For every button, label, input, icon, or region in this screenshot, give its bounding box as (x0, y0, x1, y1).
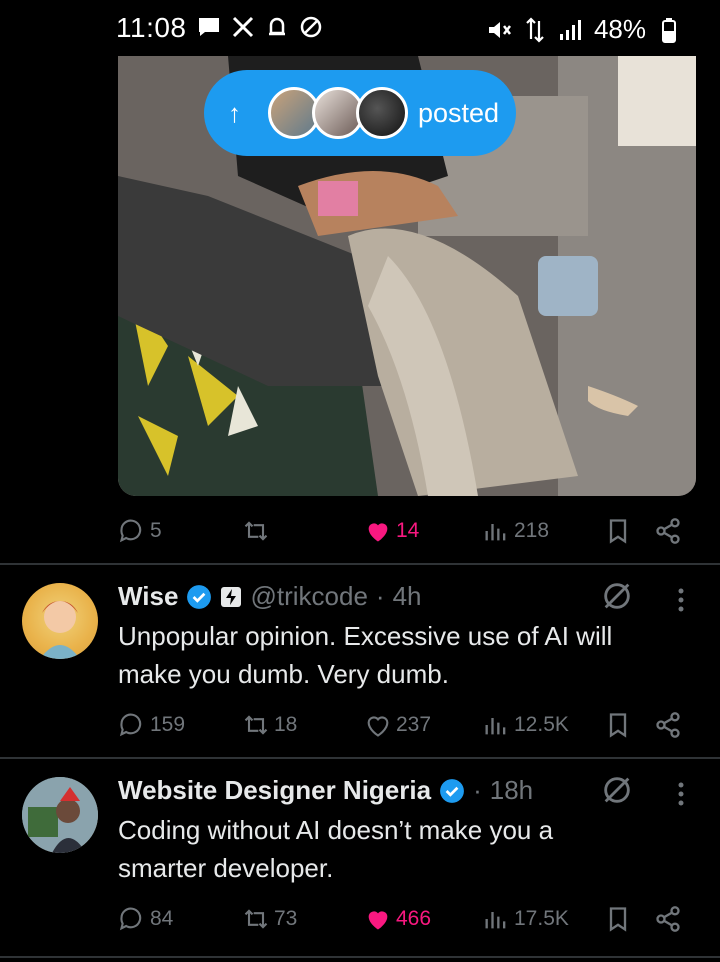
reply-count: 159 (150, 713, 186, 736)
bookmark-button[interactable] (604, 905, 632, 933)
signal-icon (558, 17, 584, 43)
data-transfer-icon (522, 16, 548, 43)
status-bar: 11:08 48% (0, 0, 720, 56)
views-count: 12.5K (514, 713, 569, 736)
battery-percentage: 48% (593, 14, 646, 44)
affiliate-badge-icon (221, 586, 242, 607)
reply-button[interactable]: 5 (118, 517, 162, 545)
author-name[interactable]: Website Designer Nigeria (118, 775, 431, 806)
tweet-text-line: smarter developer. (118, 853, 334, 883)
reply-icon (119, 907, 142, 931)
views-button[interactable]: 17.5K (482, 905, 569, 933)
notification-bell-icon (264, 14, 290, 40)
separator-dot: · (375, 581, 385, 611)
repost-button[interactable]: 18 (242, 711, 297, 739)
tweet-time[interactable]: 18h (490, 775, 533, 806)
tweet-text-line: Unpopular opinion. Excessive use of AI w… (118, 621, 613, 651)
share-icon (656, 712, 680, 738)
reply-button[interactable]: 159 (118, 711, 185, 739)
share-icon (656, 518, 680, 544)
verified-badge-icon (440, 778, 464, 803)
divider (0, 956, 720, 958)
views-button[interactable]: 218 (482, 517, 549, 545)
avatar (356, 87, 408, 139)
tweet-text-line: make you dumb. Very dumb. (118, 659, 449, 689)
reply-button[interactable]: 84 (118, 905, 173, 933)
pill-label: posted (418, 97, 500, 128)
reply-icon (119, 519, 142, 543)
grok-icon[interactable] (600, 579, 634, 613)
avatar[interactable] (22, 777, 98, 853)
tweet-text-line: Coding without AI doesn’t make you a (118, 815, 554, 845)
views-count: 17.5K (514, 907, 569, 930)
mute-icon (486, 17, 512, 43)
bookmark-icon (609, 519, 627, 544)
new-posts-pill[interactable]: ↑ posted (204, 70, 516, 156)
author-handle[interactable]: @trikcode (250, 581, 367, 612)
pill-avatars (268, 87, 408, 139)
share-icon (656, 906, 680, 932)
share-button[interactable] (654, 905, 682, 933)
repost-button[interactable] (242, 517, 274, 545)
heart-filled-icon (368, 523, 388, 542)
share-button[interactable] (654, 517, 682, 545)
tweet[interactable]: Website Designer Nigeria · 18h Coding wi… (0, 759, 720, 962)
verified-badge-icon (187, 584, 212, 609)
arrow-up-icon: ↑ (228, 97, 241, 128)
status-time: 11:08 (116, 12, 187, 43)
repost-count: 18 (274, 713, 298, 736)
like-button[interactable]: 14 (364, 517, 419, 545)
grok-icon[interactable] (600, 773, 634, 807)
tweet-actions: 84 73 466 17.5K (118, 901, 690, 937)
more-options-icon[interactable] (676, 587, 686, 613)
tweet-text: Coding without AI doesn’t make you a sma… (118, 811, 678, 887)
views-icon (485, 912, 506, 929)
battery-icon (656, 17, 682, 43)
like-button[interactable]: 466 (364, 905, 431, 933)
heart-filled-icon (368, 911, 388, 930)
tweet-time[interactable]: 4h (393, 581, 422, 612)
like-count: 466 (396, 907, 432, 930)
author-name[interactable]: Wise (118, 581, 178, 612)
post-actions: 5 14 218 (118, 513, 690, 549)
tweet[interactable]: Wise @trikcode · 4h Unpopular opinion. E… (0, 565, 720, 757)
reply-count: 84 (150, 907, 174, 930)
repost-icon (244, 715, 268, 735)
message-icon (196, 14, 222, 40)
repost-button[interactable]: 73 (242, 905, 297, 933)
reply-count: 5 (150, 519, 162, 542)
avatar[interactable] (22, 583, 98, 659)
more-options-icon[interactable] (676, 781, 686, 807)
views-icon (485, 718, 506, 735)
bookmark-button[interactable] (604, 517, 632, 545)
reply-icon (119, 713, 142, 737)
tweet-actions: 159 18 237 12.5K (118, 707, 690, 743)
bookmark-icon (609, 713, 627, 738)
bookmark-button[interactable] (604, 711, 632, 739)
views-icon (485, 524, 506, 541)
heart-outline-icon (367, 716, 389, 737)
repost-icon (244, 909, 268, 929)
tweet-text: Unpopular opinion. Excessive use of AI w… (118, 617, 678, 693)
repost-count: 73 (274, 907, 298, 930)
bookmark-icon (609, 907, 627, 932)
grok-status-icon (298, 14, 324, 40)
x-logo-icon (230, 14, 256, 40)
share-button[interactable] (654, 711, 682, 739)
like-count: 14 (396, 519, 420, 542)
like-button[interactable]: 237 (364, 711, 431, 739)
views-button[interactable]: 12.5K (482, 711, 569, 739)
views-count: 218 (514, 519, 550, 542)
repost-icon (244, 521, 268, 541)
separator-dot: · (473, 775, 482, 805)
like-count: 237 (396, 713, 432, 736)
